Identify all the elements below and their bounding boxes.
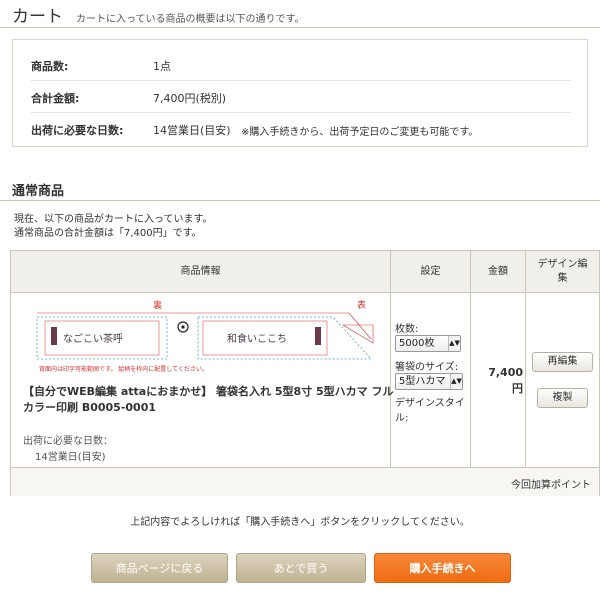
front-panel-text: 和食いここち — [227, 332, 287, 345]
header-design-edit-line2: 集 — [557, 273, 568, 284]
checkout-button[interactable]: 購入手続きへ — [374, 553, 511, 583]
buy-later-button[interactable]: あとで買う — [236, 553, 366, 583]
ship-days-label: 出荷に必要な日数： — [23, 436, 113, 447]
item-price-unit: 円 — [512, 382, 523, 395]
back-panel-ornament — [51, 327, 57, 345]
summary-divider — [31, 80, 571, 81]
item-price: 7,400 円 — [469, 365, 523, 397]
page-header: カート カートに入っている商品の概要は以下の通りです。 — [0, 0, 600, 28]
page-title: カート — [12, 7, 63, 27]
table-footer-row: 今回加算ポイント — [11, 467, 599, 496]
header-amount: 金額 — [488, 266, 508, 277]
back-panel-text: なごこい茶呼 — [63, 332, 123, 345]
quantity-select[interactable]: 5000枚 ▲▼ — [395, 335, 461, 352]
front-side-label: 表 — [357, 299, 366, 311]
section-title: 通常商品 — [12, 184, 65, 199]
back-to-product-button[interactable]: 商品ページに戻る — [91, 553, 228, 583]
quantity-label: 枚数: — [395, 324, 419, 335]
section-divider — [0, 200, 600, 201]
dropdown-arrow-icon: ▲▼ — [450, 374, 462, 389]
product-name: 【自分でWEB編集 attaにおまかせ】 箸袋名入れ 5型8寸 5型ハカマ フル… — [23, 385, 394, 414]
header-design-edit-line1: デザイン編 — [537, 259, 588, 270]
design-warning-text: 背面内は印字可能範囲です。 絵柄を枠内に配置してください。 — [39, 365, 208, 373]
design-style-label: デザインスタイル: — [395, 398, 465, 424]
cart-table: 商品情報 設定 金額 デザイン編 集 裏 表 なごこい茶呼 和食いここち 背面内… — [10, 250, 600, 496]
back-side-label: 裏 — [153, 299, 162, 311]
summary-days-value: 14営業日(目安) — [153, 124, 231, 137]
summary-count-label: 商品数: — [31, 60, 69, 73]
page-subtitle: カートに入っている商品の概要は以下の通りです。 — [76, 14, 305, 25]
front-panel-ornament — [315, 327, 321, 345]
center-mark-icon — [181, 325, 185, 329]
summary-total-label: 合計金額: — [31, 92, 80, 105]
size-label: 箸袋のサイズ: — [395, 362, 459, 373]
ship-days-value: 14営業日(目安) — [35, 452, 106, 463]
header-design-edit: デザイン編 集 — [526, 251, 599, 293]
hakama-fold-guide — [341, 324, 374, 344]
summary-days-note: ※購入手続きから、出荷予定日のご変更も可能です。 — [241, 127, 479, 138]
header-product-info: 商品情報 — [180, 266, 221, 277]
points-added-label: 今回加算ポイント — [511, 480, 591, 491]
duplicate-button[interactable]: 複製 — [537, 388, 588, 408]
summary-days-label: 出荷に必要な日数: — [31, 124, 124, 137]
dropdown-arrow-icon: ▲▼ — [448, 336, 460, 351]
section-intro-line1: 現在、以下の商品がカートに入っています。 — [14, 214, 213, 225]
size-select-value: 5型ハカマ — [399, 376, 446, 387]
summary-count-value: 1点 — [153, 60, 171, 73]
top-guide-line — [333, 312, 372, 340]
checkout-instruction: 上記内容でよろしければ「購入手続きへ」ボタンをクリックしてください。 — [130, 517, 470, 528]
quantity-select-value: 5000枚 — [399, 338, 435, 349]
design-preview-image: 裏 表 なごこい茶呼 和食いここち 背面内は印字可能範囲です。 絵柄を枠内に配置… — [36, 299, 374, 373]
reedit-button[interactable]: 再編集 — [532, 352, 593, 372]
header-settings: 設定 — [420, 266, 441, 277]
section-intro-line2: 通常商品の合計金額は「7,400円」です。 — [14, 228, 202, 239]
summary-total-value: 7,400円(税別) — [153, 92, 227, 105]
item-price-value: 7,400 — [488, 366, 523, 379]
summary-divider — [31, 112, 571, 113]
size-select[interactable]: 5型ハカマ ▲▼ — [395, 373, 463, 390]
cart-summary: 商品数: 1点 合計金額: 7,400円(税別) 出荷に必要な日数: 14営業日… — [12, 39, 588, 147]
